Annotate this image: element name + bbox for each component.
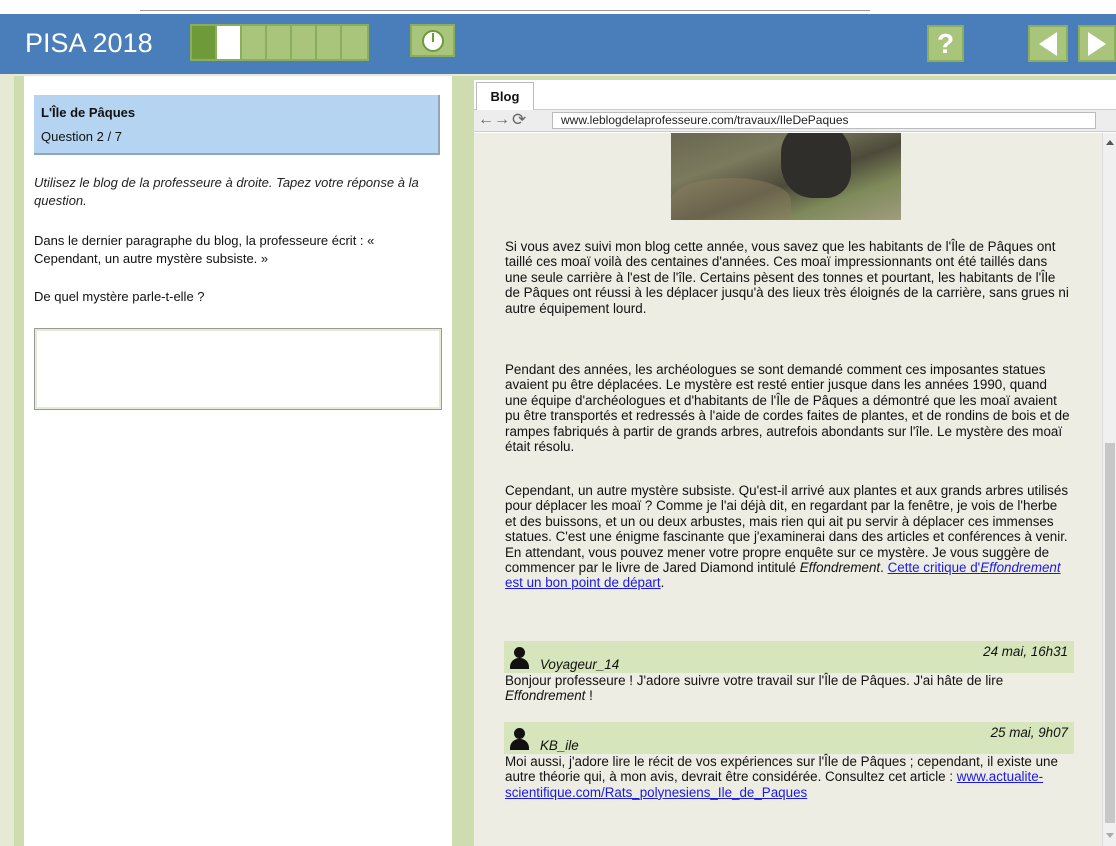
link-text: est un bon point de départ bbox=[505, 575, 661, 591]
url-bar[interactable]: www.leblogdelaprofesseure.com/travaux/Il… bbox=[552, 112, 1096, 129]
question-prompt-ask: De quel mystère parle-t-elle ? bbox=[34, 289, 205, 304]
question-number: Question 2 / 7 bbox=[41, 129, 122, 144]
top-rule bbox=[140, 10, 870, 11]
scrollbar[interactable] bbox=[1102, 133, 1116, 846]
browser-window: Blog ← → ⟳ www.leblogdelaprofesseure.com… bbox=[474, 80, 1116, 846]
progress-step-6 bbox=[317, 26, 342, 59]
question-panel: L'Île de Pâques Question 2 / 7 Utilisez … bbox=[14, 76, 464, 846]
comment-date: 24 mai, 16h31 bbox=[983, 644, 1068, 659]
question-card: L'Île de Pâques Question 2 / 7 bbox=[34, 95, 440, 155]
comment-text-part: ! bbox=[585, 688, 593, 704]
comment-header: 24 mai, 16h31 Voyageur_14 bbox=[504, 641, 1074, 673]
blog-paragraph: Si vous avez suivi mon blog cette année,… bbox=[505, 239, 1069, 316]
forward-arrow-icon[interactable]: → bbox=[494, 111, 510, 129]
back-arrow-icon[interactable]: ← bbox=[478, 111, 494, 129]
progress-step-2 bbox=[217, 26, 242, 59]
comment-user: KB_ile bbox=[540, 738, 579, 753]
link-book-title: Effondrement bbox=[980, 560, 1061, 576]
browser-nav-bar: ← → ⟳ www.leblogdelaprofesseure.com/trav… bbox=[474, 110, 1116, 132]
link-text: Cette critique d' bbox=[887, 560, 981, 576]
progress-step-5 bbox=[292, 26, 317, 59]
question-prompt: Dans le dernier paragraphe du blog, la p… bbox=[34, 233, 375, 266]
progress-step-7 bbox=[342, 26, 367, 59]
previous-button[interactable] bbox=[1028, 25, 1068, 62]
scroll-up-arrow-icon[interactable] bbox=[1106, 140, 1114, 145]
comment-text: Moi aussi, j'adore lire le récit de vos … bbox=[505, 754, 1070, 800]
user-icon bbox=[510, 647, 529, 669]
blog-paragraph: Pendant des années, les archéologues se … bbox=[505, 362, 1070, 455]
timer-button[interactable] bbox=[410, 24, 455, 57]
comment-text-part: Bonjour professeure ! J'adore suivre vot… bbox=[505, 673, 1004, 688]
scroll-thumb[interactable] bbox=[1105, 443, 1115, 823]
comment-book-title: Effondrement bbox=[505, 688, 586, 704]
comment-header: 25 mai, 9h07 KB_ile bbox=[504, 722, 1074, 754]
next-button[interactable] bbox=[1078, 25, 1116, 62]
top-strip bbox=[0, 0, 1116, 14]
moai-photo bbox=[671, 133, 901, 220]
scroll-down-arrow-icon[interactable] bbox=[1106, 833, 1114, 838]
question-title: L'Île de Pâques bbox=[41, 105, 136, 120]
progress-step-1 bbox=[192, 26, 217, 59]
stimulus-panel: Blog ← → ⟳ www.leblogdelaprofesseure.com… bbox=[464, 76, 1116, 846]
blog-text: . bbox=[880, 560, 888, 576]
photo-moai bbox=[781, 133, 851, 198]
comment-user: Voyageur_14 bbox=[540, 657, 620, 672]
question-panel-inner: L'Île de Pâques Question 2 / 7 Utilisez … bbox=[24, 76, 452, 846]
arrow-right-icon bbox=[1088, 31, 1106, 56]
book-title: Effondrement bbox=[799, 560, 881, 576]
blog-text: . bbox=[660, 575, 665, 591]
answer-textarea[interactable] bbox=[34, 328, 442, 410]
header-bar: PISA 2018 ? bbox=[0, 14, 1116, 74]
blog-paragraph: Cependant, un autre mystère subsiste. Qu… bbox=[505, 483, 1070, 591]
blog-content[interactable]: Si vous avez suivi mon blog cette année,… bbox=[474, 133, 1102, 846]
comment-date: 25 mai, 9h07 bbox=[990, 725, 1068, 740]
help-button[interactable]: ? bbox=[927, 25, 964, 62]
app-title: PISA 2018 bbox=[25, 28, 153, 58]
user-icon bbox=[510, 728, 529, 750]
tab-blog[interactable]: Blog bbox=[476, 82, 534, 110]
clock-icon bbox=[421, 29, 444, 52]
photo-path bbox=[671, 178, 791, 220]
instruction-text: Utilisez le blog de la professeure à dro… bbox=[34, 175, 419, 208]
progress-bar bbox=[190, 24, 369, 61]
reload-icon[interactable]: ⟳ bbox=[512, 110, 526, 130]
arrow-left-icon bbox=[1039, 31, 1057, 56]
tab-strip: Blog bbox=[474, 80, 1116, 110]
progress-step-4 bbox=[267, 26, 292, 59]
comment-text: Bonjour professeure ! J'adore suivre vot… bbox=[505, 673, 1070, 704]
progress-step-3 bbox=[242, 26, 267, 59]
